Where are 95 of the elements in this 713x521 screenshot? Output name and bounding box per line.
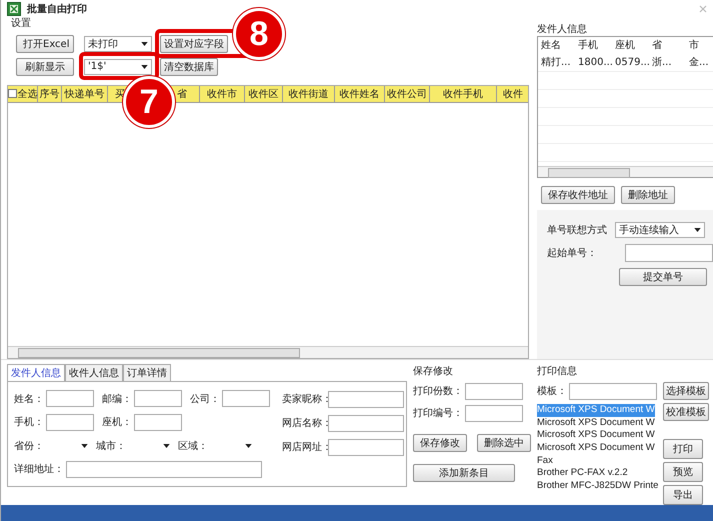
field-label: 手机：	[14, 416, 44, 430]
printer-item[interactable]: Microsoft XPS Document W	[537, 442, 655, 454]
text-field[interactable]	[46, 414, 94, 431]
field-label: 打印份数：	[413, 384, 463, 398]
column-header[interactable]: 收件市	[207, 86, 237, 101]
column-header[interactable]: 收件姓名	[340, 86, 380, 101]
table-cell-text: 0579...	[614, 56, 649, 68]
dropdown-arrow-icon	[694, 228, 701, 232]
table-cell-text: 浙...	[651, 56, 673, 70]
column-header[interactable]: 省	[177, 86, 187, 101]
refresh-button[interactable]: 刷新显示	[16, 58, 74, 76]
sheet-dropdown[interactable]: '1$'	[84, 58, 152, 75]
printer-item[interactable]: Microsoft XPS Document W	[537, 416, 655, 430]
field-label: 姓名：	[14, 392, 44, 406]
printer-item[interactable]: Fax	[537, 454, 553, 468]
field-label: 省份：	[14, 440, 44, 453]
text-field[interactable]	[328, 414, 404, 432]
text-field[interactable]	[134, 390, 182, 408]
step-number-badge: 8	[233, 8, 285, 60]
add-entry-button[interactable]: 添加新条目	[413, 464, 515, 482]
text-field[interactable]	[465, 404, 523, 422]
column-header[interactable]: 市	[686, 38, 713, 52]
field-label: 区域：	[178, 440, 208, 453]
table-cell-text: 1800...	[577, 56, 612, 68]
print-action-button[interactable]: 预览	[663, 462, 703, 482]
action-button[interactable]: 删除选中	[477, 434, 531, 452]
open-excel-button[interactable]: 打开Excel	[16, 34, 74, 53]
field-label: 起始单号：	[547, 246, 597, 260]
column-header[interactable]: 收件街道	[288, 86, 328, 101]
column-header[interactable]: 收件区	[248, 86, 278, 101]
text-field[interactable]	[328, 438, 404, 456]
section-title: 发件人信息	[537, 22, 588, 36]
printer-item[interactable]: Brother PC-FAX v.2.2	[537, 467, 628, 480]
column-header[interactable]: 座机	[612, 38, 649, 52]
dropdown-arrow-icon	[141, 64, 148, 69]
horizontal-scrollbar[interactable]	[8, 346, 528, 358]
dropdown-arrow-icon	[245, 444, 252, 448]
mode-dropdown[interactable]: 手动连续输入	[615, 222, 705, 238]
close-button[interactable]	[699, 4, 707, 13]
text-field[interactable]	[134, 414, 182, 431]
group-title: 保存修改	[413, 365, 454, 378]
dropdown-arrow-icon	[141, 42, 148, 46]
clear-database-button[interactable]: 清空数据库	[160, 58, 218, 76]
tab[interactable]: 收件人信息	[65, 364, 123, 382]
print-action-button[interactable]: 打印	[663, 439, 703, 460]
submit-button[interactable]: 提交单号	[619, 268, 707, 286]
printer-item[interactable]: Brother MFC-J825DW Printe	[537, 480, 658, 492]
group-title: 设置	[11, 18, 32, 30]
window-title: 批量自由打印	[27, 2, 87, 16]
field-label: 座机：	[102, 416, 132, 430]
horizontal-scrollbar[interactable]	[538, 166, 713, 177]
tab[interactable]: 发件人信息	[7, 364, 65, 382]
table-cell-text: 金...	[688, 56, 710, 70]
tab[interactable]: 订单详情	[123, 364, 171, 382]
column-header[interactable]: 序号	[40, 86, 60, 101]
column-header[interactable]: 省	[649, 38, 686, 52]
address-button[interactable]: 保存收件地址	[541, 186, 615, 204]
text-field[interactable]	[465, 382, 523, 400]
template-button[interactable]: 选择模板	[663, 382, 709, 400]
field-label: 单号联想方式	[547, 224, 607, 237]
select-all-checkbox[interactable]: 全选	[8, 86, 38, 101]
column-header[interactable]: 快递单号	[64, 86, 104, 101]
step-number-badge: 7	[123, 76, 175, 128]
print-action-button[interactable]: 导出	[663, 485, 703, 506]
text-field[interactable]	[222, 390, 270, 408]
dropdown-arrow-icon	[163, 444, 170, 448]
table-cell-text: 精打...	[540, 56, 572, 70]
column-header[interactable]: 手机	[575, 38, 612, 52]
dropdown-arrow-icon	[81, 444, 88, 448]
text-field[interactable]	[46, 390, 94, 408]
column-header[interactable]: 收件公司	[387, 86, 427, 101]
template-button[interactable]: 校准模板	[663, 403, 709, 422]
printer-item[interactable]: Microsoft XPS Document W	[537, 429, 655, 442]
column-header[interactable]: 收件手机	[443, 86, 483, 101]
column-header[interactable]: 收件	[503, 86, 523, 101]
field-label: 网店网址：	[282, 440, 326, 454]
start-number-field[interactable]	[625, 244, 713, 262]
field-label: 卖家昵称：	[282, 392, 326, 406]
map-fields-button[interactable]: 设置对应字段	[160, 34, 228, 53]
field-label: 详细地址：	[14, 462, 64, 476]
address-field[interactable]	[66, 460, 262, 478]
field-label: 城市：	[96, 440, 126, 453]
group-title: 打印信息	[537, 364, 578, 378]
column-header[interactable]: 姓名	[538, 38, 575, 52]
template-field[interactable]	[569, 382, 657, 400]
field-label: 网店名称：	[282, 416, 326, 430]
text-field[interactable]	[328, 390, 404, 408]
field-label: 打印编号：	[413, 406, 463, 420]
field-label: 模板：	[537, 384, 567, 398]
spreadsheet-icon	[7, 2, 21, 16]
field-label: 邮编：	[102, 392, 132, 406]
address-button[interactable]: 删除地址	[621, 186, 675, 204]
field-label: 公司：	[190, 392, 220, 406]
action-button[interactable]: 保存修改	[413, 434, 467, 452]
status-dropdown[interactable]: 未打印	[84, 36, 152, 52]
